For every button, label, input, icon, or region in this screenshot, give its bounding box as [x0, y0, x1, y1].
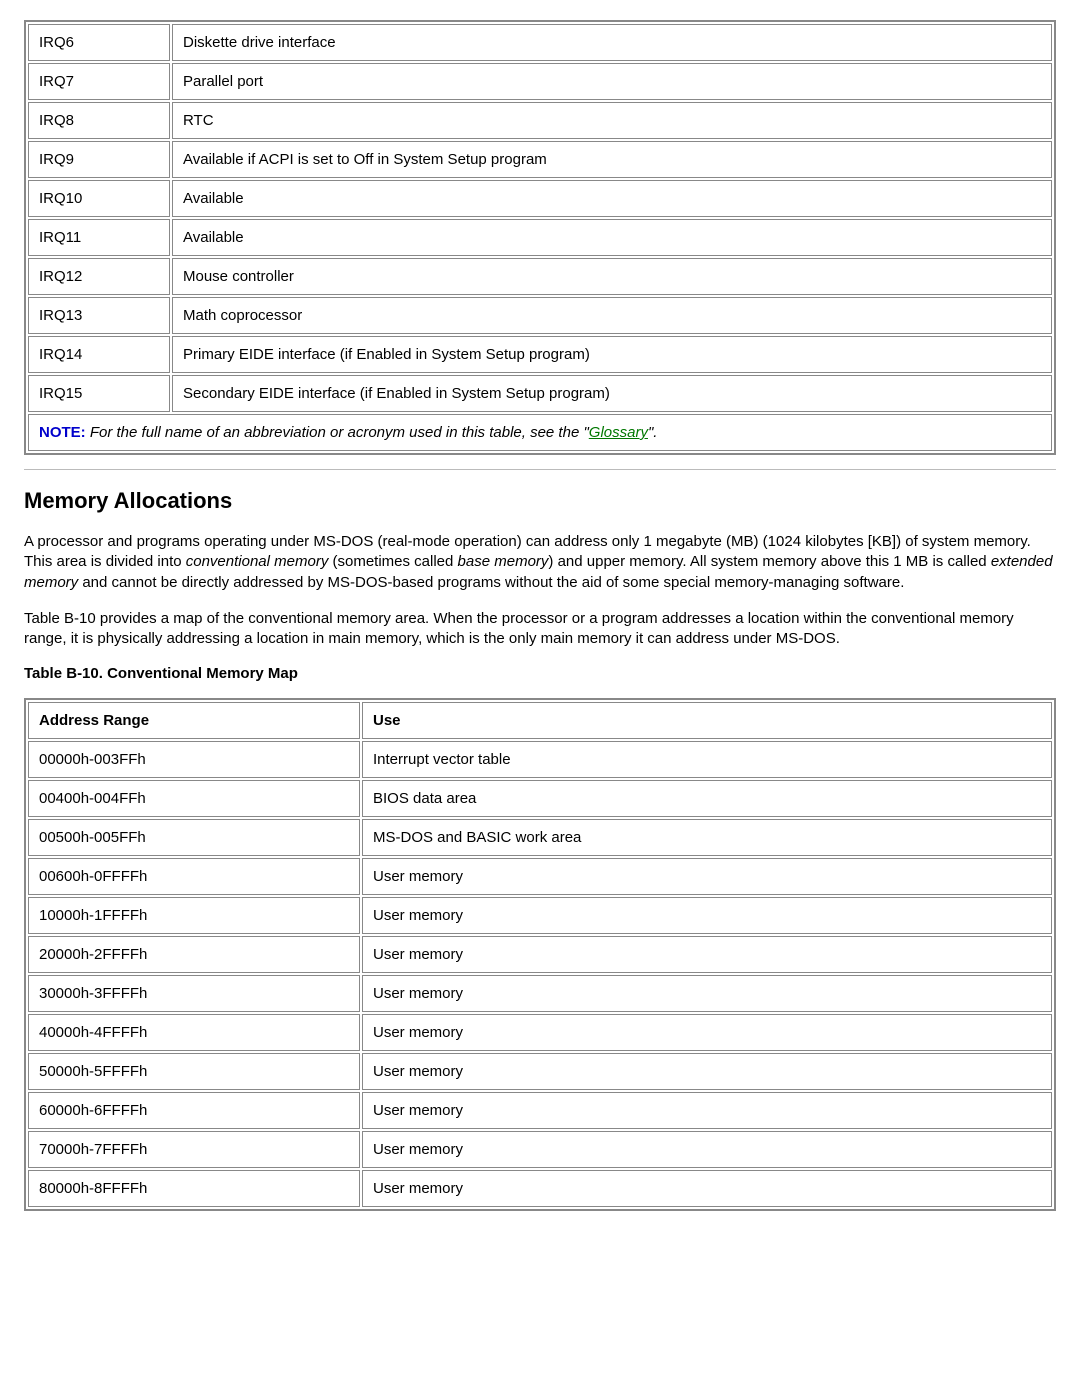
use-cell: User memory	[362, 936, 1052, 973]
text: ) and upper memory. All system memory ab…	[548, 553, 990, 570]
irq-cell: IRQ8	[28, 102, 170, 139]
addr-cell: 80000h-8FFFFh	[28, 1170, 360, 1207]
irq-desc: Mouse controller	[172, 258, 1052, 295]
note-text-before: For the full name of an abbreviation or …	[86, 424, 589, 441]
addr-cell: 20000h-2FFFFh	[28, 936, 360, 973]
table-row: 50000h-5FFFFhUser memory	[28, 1053, 1052, 1090]
divider	[24, 469, 1056, 470]
addr-cell: 00400h-004FFh	[28, 780, 360, 817]
irq-table: IRQ6Diskette drive interface IRQ7Paralle…	[24, 20, 1056, 455]
note-cell: NOTE: For the full name of an abbreviati…	[28, 414, 1052, 451]
addr-cell: 50000h-5FFFFh	[28, 1053, 360, 1090]
addr-cell: 30000h-3FFFFh	[28, 975, 360, 1012]
table-caption: Table B-10. Conventional Memory Map	[24, 665, 1056, 682]
irq-table-body: IRQ6Diskette drive interface IRQ7Paralle…	[28, 24, 1052, 451]
glossary-link[interactable]: Glossary	[589, 424, 648, 441]
irq-desc: Secondary EIDE interface (if Enabled in …	[172, 375, 1052, 412]
table-row: 80000h-8FFFFhUser memory	[28, 1170, 1052, 1207]
irq-cell: IRQ14	[28, 336, 170, 373]
irq-desc: Diskette drive interface	[172, 24, 1052, 61]
addr-cell: 00000h-003FFh	[28, 741, 360, 778]
table-row: IRQ12Mouse controller	[28, 258, 1052, 295]
irq-cell: IRQ10	[28, 180, 170, 217]
text: and cannot be directly addressed by MS-D…	[78, 574, 904, 591]
table-row: 40000h-4FFFFhUser memory	[28, 1014, 1052, 1051]
addr-cell: 10000h-1FFFFh	[28, 897, 360, 934]
table-row: IRQ8RTC	[28, 102, 1052, 139]
table-row: IRQ15Secondary EIDE interface (if Enable…	[28, 375, 1052, 412]
irq-cell: IRQ15	[28, 375, 170, 412]
addr-cell: 70000h-7FFFFh	[28, 1131, 360, 1168]
irq-desc: Math coprocessor	[172, 297, 1052, 334]
note-label: NOTE:	[39, 424, 86, 441]
table-row: 60000h-6FFFFhUser memory	[28, 1092, 1052, 1129]
addr-cell: 40000h-4FFFFh	[28, 1014, 360, 1051]
addr-cell: 00500h-005FFh	[28, 819, 360, 856]
text: (sometimes called	[328, 553, 457, 570]
use-cell: User memory	[362, 1092, 1052, 1129]
table-row: 00600h-0FFFFhUser memory	[28, 858, 1052, 895]
irq-cell: IRQ12	[28, 258, 170, 295]
table-row: IRQ14Primary EIDE interface (if Enabled …	[28, 336, 1052, 373]
irq-cell: IRQ13	[28, 297, 170, 334]
addr-cell: 60000h-6FFFFh	[28, 1092, 360, 1129]
use-cell: User memory	[362, 1131, 1052, 1168]
table-row: IRQ6Diskette drive interface	[28, 24, 1052, 61]
use-cell: User memory	[362, 858, 1052, 895]
table-row: IRQ9Available if ACPI is set to Off in S…	[28, 141, 1052, 178]
irq-desc: Available	[172, 219, 1052, 256]
table-row: 00400h-004FFhBIOS data area	[28, 780, 1052, 817]
table-row: 70000h-7FFFFhUser memory	[28, 1131, 1052, 1168]
use-cell: User memory	[362, 1014, 1052, 1051]
table-row: 20000h-2FFFFhUser memory	[28, 936, 1052, 973]
memory-table: Address Range Use 00000h-003FFhInterrupt…	[24, 698, 1056, 1211]
irq-desc: Primary EIDE interface (if Enabled in Sy…	[172, 336, 1052, 373]
irq-desc: Available	[172, 180, 1052, 217]
section-heading: Memory Allocations	[24, 488, 1056, 514]
table-row: IRQ13Math coprocessor	[28, 297, 1052, 334]
table-row: 30000h-3FFFFhUser memory	[28, 975, 1052, 1012]
para-1: A processor and programs operating under…	[24, 532, 1056, 593]
col-header-address: Address Range	[28, 702, 360, 739]
table-header-row: Address Range Use	[28, 702, 1052, 739]
irq-cell: IRQ7	[28, 63, 170, 100]
note-text-after: ".	[648, 424, 658, 441]
irq-cell: IRQ9	[28, 141, 170, 178]
use-cell: MS-DOS and BASIC work area	[362, 819, 1052, 856]
table-row: 00500h-005FFhMS-DOS and BASIC work area	[28, 819, 1052, 856]
note-row: NOTE: For the full name of an abbreviati…	[28, 414, 1052, 451]
irq-cell: IRQ6	[28, 24, 170, 61]
table-row: 00000h-003FFhInterrupt vector table	[28, 741, 1052, 778]
use-cell: User memory	[362, 1053, 1052, 1090]
use-cell: User memory	[362, 1170, 1052, 1207]
col-header-use: Use	[362, 702, 1052, 739]
table-row: IRQ10Available	[28, 180, 1052, 217]
irq-cell: IRQ11	[28, 219, 170, 256]
italic-text: base memory	[458, 553, 549, 570]
use-cell: User memory	[362, 897, 1052, 934]
irq-desc: Available if ACPI is set to Off in Syste…	[172, 141, 1052, 178]
para-2: Table B-10 provides a map of the convent…	[24, 609, 1056, 650]
use-cell: Interrupt vector table	[362, 741, 1052, 778]
irq-desc: Parallel port	[172, 63, 1052, 100]
italic-text: conventional memory	[186, 553, 329, 570]
addr-cell: 00600h-0FFFFh	[28, 858, 360, 895]
table-row: 10000h-1FFFFhUser memory	[28, 897, 1052, 934]
irq-desc: RTC	[172, 102, 1052, 139]
table-row: IRQ11Available	[28, 219, 1052, 256]
use-cell: BIOS data area	[362, 780, 1052, 817]
use-cell: User memory	[362, 975, 1052, 1012]
table-row: IRQ7Parallel port	[28, 63, 1052, 100]
